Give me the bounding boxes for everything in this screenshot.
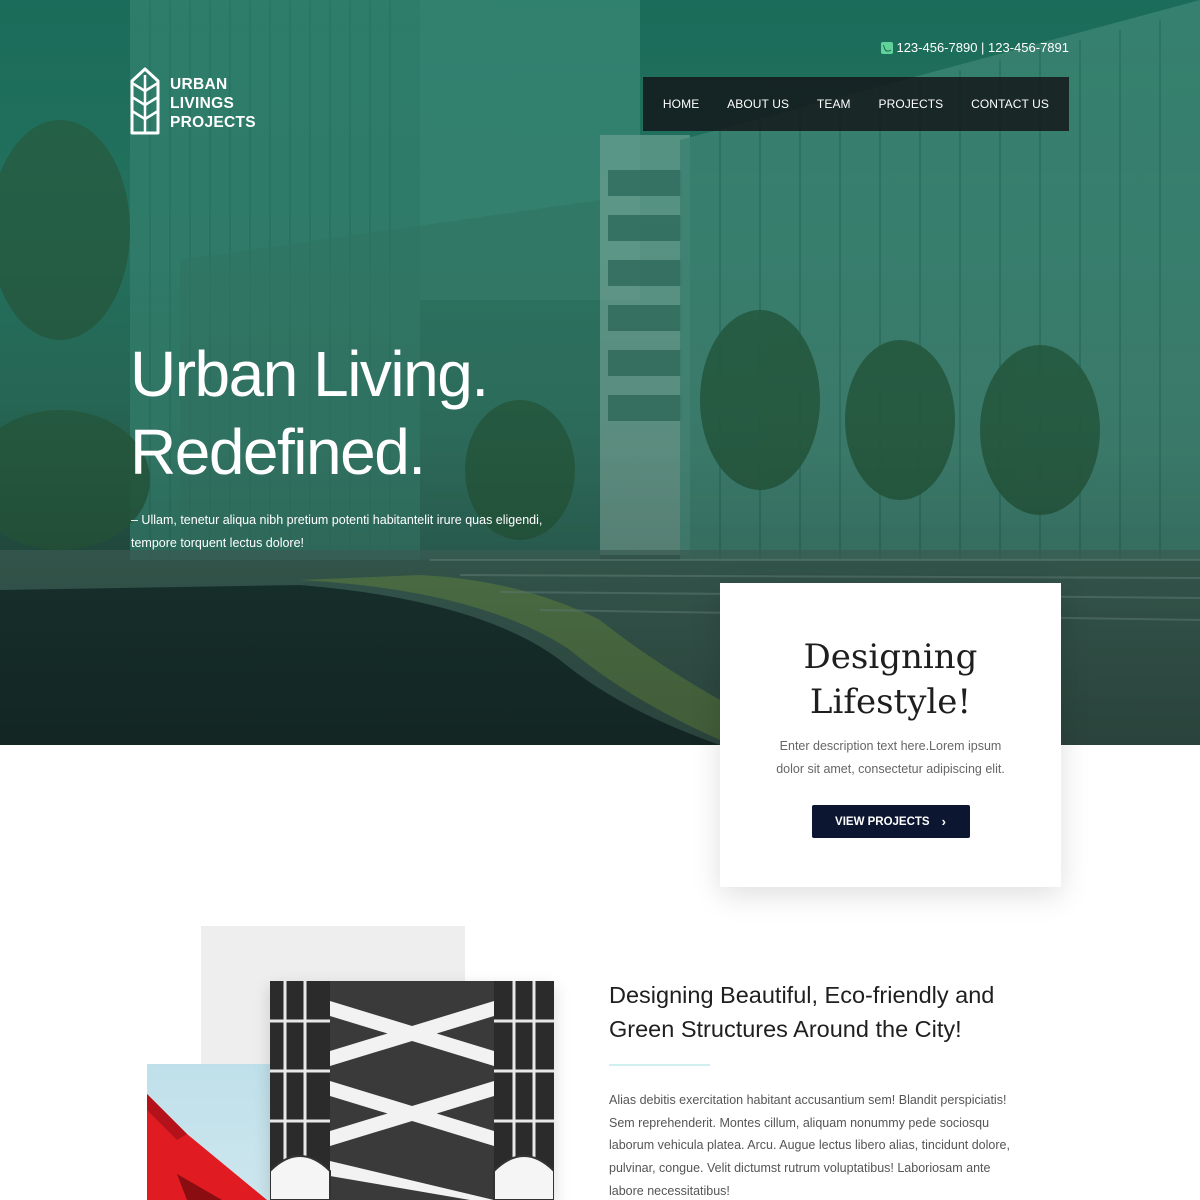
designing-lifestyle-card: Designing Lifestyle! Enter description t…	[720, 583, 1061, 887]
main-navigation: HOME ABOUT US TEAM PROJECTS CONTACT US	[643, 77, 1069, 131]
hero-headline-line-1: Urban Living.	[130, 338, 489, 410]
hero-headline-line-2: Redefined.	[130, 416, 426, 488]
logo-line-2: LIVINGS	[170, 94, 235, 112]
hero-headline: Urban Living. Redefined.	[130, 335, 489, 491]
phone-numbers[interactable]: 123-456-7890 | 123-456-7891	[896, 40, 1069, 55]
section-title-line-2: Green Structures Around the City!	[609, 1016, 962, 1042]
card-title-line-2: Lifestyle!	[809, 682, 972, 722]
nav-item-home[interactable]: HOME	[663, 97, 699, 111]
view-projects-button[interactable]: VIEW PROJECTS ›	[811, 805, 970, 838]
chevron-right-icon: ›	[941, 814, 946, 829]
atrium-graphic	[270, 981, 554, 1200]
logo-line-1: URBAN	[170, 75, 228, 93]
section-title-line-1: Designing Beautiful, Eco-friendly and	[609, 982, 995, 1008]
section-body-text: Alias debitis exercitation habitant accu…	[609, 1093, 1010, 1198]
card-description: Enter description text here.Lorem ipsum …	[776, 739, 1005, 776]
card-title-line-1: Designing	[803, 637, 978, 677]
header-phone: 123-456-7890 | 123-456-7891	[881, 40, 1069, 55]
nav-item-team[interactable]: TEAM	[817, 97, 851, 111]
section-title: Designing Beautiful, Eco-friendly and Gr…	[609, 978, 1029, 1046]
logo-text: URBAN LIVINGS PROJECTS	[170, 75, 256, 132]
logo-line-3: PROJECTS	[170, 113, 256, 131]
leaf-logo-icon	[130, 67, 160, 135]
section-divider	[609, 1064, 710, 1066]
brand-logo[interactable]: URBAN LIVINGS PROJECTS	[130, 67, 256, 139]
card-title: Designing Lifestyle!	[720, 635, 1061, 725]
nav-item-contact-us[interactable]: CONTACT US	[971, 97, 1049, 111]
nav-item-projects[interactable]: PROJECTS	[878, 97, 943, 111]
nav-item-about-us[interactable]: ABOUT US	[727, 97, 789, 111]
atrium-escalators-image	[270, 981, 554, 1200]
view-projects-label: VIEW PROJECTS	[835, 815, 930, 828]
hero-subtext: – Ullam, tenetur aliqua nibh pretium pot…	[131, 513, 543, 550]
phone-icon	[881, 41, 894, 54]
